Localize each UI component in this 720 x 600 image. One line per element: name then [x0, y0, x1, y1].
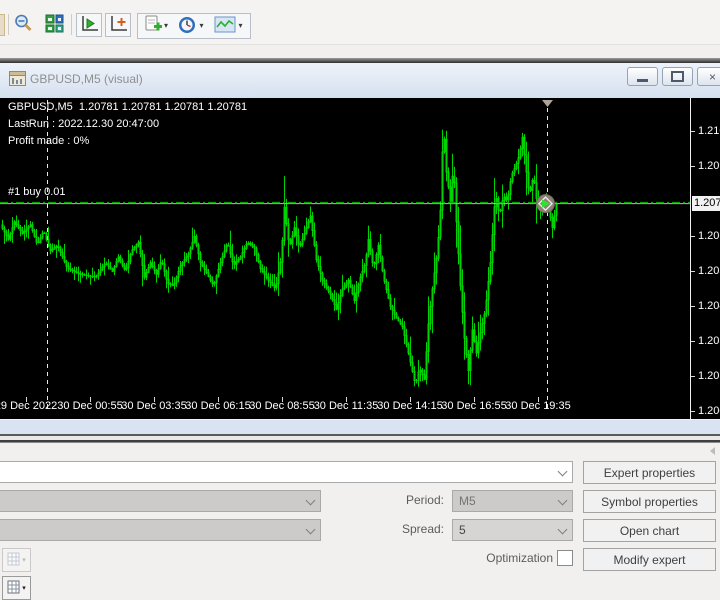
time-tick-label: 30 Dec 06:15: [185, 400, 250, 412]
chart-shift-button[interactable]: [76, 13, 102, 37]
auto-scroll-button[interactable]: [105, 13, 131, 37]
close-button[interactable]: ×: [697, 67, 720, 86]
time-tick-label: 30 Dec 08:55: [249, 400, 314, 412]
zoom-out-icon: [13, 13, 34, 37]
price-tick-label: 1.2043: [698, 300, 720, 312]
report-button-disabled: ▾: [2, 548, 31, 572]
price-tick-label: 1.2055: [698, 265, 720, 277]
minimize-icon: [637, 79, 648, 82]
expert-properties-button[interactable]: Expert properties: [583, 461, 716, 484]
price-tick: [691, 376, 695, 377]
panel-scroll-arrow-icon[interactable]: [710, 447, 715, 455]
chevron-down-icon: [558, 526, 567, 535]
toolbar-separator: [8, 14, 9, 35]
price-tick: [691, 271, 695, 272]
open-chart-button[interactable]: Open chart: [583, 519, 716, 542]
price-tick: [691, 166, 695, 167]
periodicity-button[interactable]: ▾: [172, 14, 209, 38]
spread-value: 5: [453, 523, 558, 537]
candlestick-plot[interactable]: [0, 98, 690, 419]
spread-combobox[interactable]: 5: [452, 519, 573, 541]
spread-label: Spread:: [380, 522, 444, 536]
chart-window-title: GBPUSD,M5 (visual): [30, 72, 143, 86]
symbol-combobox[interactable]: [0, 490, 321, 512]
dropdown-arrow-icon: ▾: [164, 22, 168, 30]
chevron-down-icon: [558, 497, 567, 506]
time-tick-label: 30 Dec 03:35: [121, 400, 186, 412]
time-tick-label: 30 Dec 19:35: [505, 400, 570, 412]
new-order-button[interactable]: ▾: [138, 14, 172, 38]
price-axis: 1.2078 1.2103 1.2091 1.2067 1.2055 1.2043 1.2…: [690, 98, 720, 419]
chevron-down-icon: [306, 526, 315, 535]
restore-icon: [671, 71, 684, 82]
price-tick-label: 1.2103: [698, 125, 720, 137]
tile-windows-icon: [45, 14, 64, 36]
minimize-button[interactable]: [627, 67, 658, 86]
price-tick: [691, 341, 695, 342]
chart-info-lastrun: LastRun : 2022.12.30 20:47:00: [8, 118, 159, 130]
close-icon: ×: [709, 71, 716, 83]
main-toolbar: ▾ ▾ ▾: [0, 0, 720, 45]
model-combobox[interactable]: [0, 519, 321, 541]
price-tick: [691, 411, 695, 412]
period-value: M5: [453, 494, 558, 508]
auto-scroll-icon: [108, 14, 128, 37]
price-tick-label: 1.2031: [698, 335, 720, 347]
toolbar-separator: [71, 14, 72, 35]
time-tick-label: 30 Dec 14:15: [377, 400, 442, 412]
clock-icon: [177, 15, 197, 38]
chevron-down-icon: [558, 468, 567, 477]
price-tick-label: 1.2067: [698, 230, 720, 242]
time-tick-label: 30 Dec 16:55: [441, 400, 506, 412]
metatrader-tester-screen: ▾ ▾ ▾: [0, 0, 720, 600]
time-tick-label: 29 Dec 2022: [0, 400, 57, 412]
price-tick-label: 1.2091: [698, 160, 720, 172]
chart-window-titlebar[interactable]: GBPUSD,M5 (visual): [0, 63, 720, 99]
chevron-down-icon: [306, 497, 315, 506]
strategy-tester-panel: Expert properties Period: M5 Symbol prop…: [0, 443, 720, 600]
window-inner-bottom-strip: [0, 419, 720, 434]
chart-shift-icon: [79, 14, 99, 37]
dropdown-arrow-icon: ▾: [238, 22, 242, 30]
report-grid-icon: [7, 580, 20, 597]
current-price-box: 1.2078: [692, 196, 720, 211]
symbol-properties-button[interactable]: Symbol properties: [583, 490, 716, 513]
dropdown-arrow-icon: ▾: [22, 585, 26, 592]
time-tick-label: 30 Dec 11:35: [314, 400, 379, 412]
modify-expert-button[interactable]: Modify expert: [583, 548, 716, 571]
indicators-button[interactable]: ▾: [209, 14, 248, 38]
optimization-label: Optimization: [440, 551, 553, 565]
window-bottom-border: [0, 434, 720, 443]
price-tick: [691, 131, 695, 132]
toolbar-dropdown-group: ▾ ▾ ▾: [137, 13, 251, 39]
price-tick: [691, 306, 695, 307]
indicators-icon: [214, 16, 236, 36]
chart-area[interactable]: GBPUSD,M5 1.20781 1.20781 1.20781 1.2078…: [0, 98, 720, 419]
report-grid-icon: [7, 552, 20, 569]
chart-window-icon: [9, 71, 26, 91]
period-label: Period:: [380, 493, 444, 507]
price-tick-label: 1.2019: [698, 370, 720, 382]
expert-advisor-combobox[interactable]: [0, 461, 573, 483]
report-button[interactable]: ▾: [2, 576, 31, 600]
price-tick: [691, 236, 695, 237]
dropdown-arrow-icon: ▾: [199, 22, 203, 30]
dropdown-arrow-icon: ▾: [22, 557, 26, 564]
partial-toolbar-icon: [0, 14, 5, 36]
price-tick-label: 1.2007: [698, 405, 720, 417]
period-combobox[interactable]: M5: [452, 490, 573, 512]
chart-info-ohlc: GBPUSD,M5 1.20781 1.20781 1.20781 1.2078…: [8, 101, 247, 113]
order-line-label: #1 buy 0.01: [8, 186, 66, 198]
chart-info-profit: Profit made : 0%: [8, 135, 89, 147]
optimization-checkbox[interactable]: [557, 550, 573, 566]
time-tick-label: 30 Dec 00:55: [57, 400, 122, 412]
tile-windows-button[interactable]: [42, 13, 66, 37]
zoom-out-button[interactable]: [11, 13, 35, 37]
restore-button[interactable]: [662, 67, 693, 86]
new-document-icon: [142, 15, 162, 38]
